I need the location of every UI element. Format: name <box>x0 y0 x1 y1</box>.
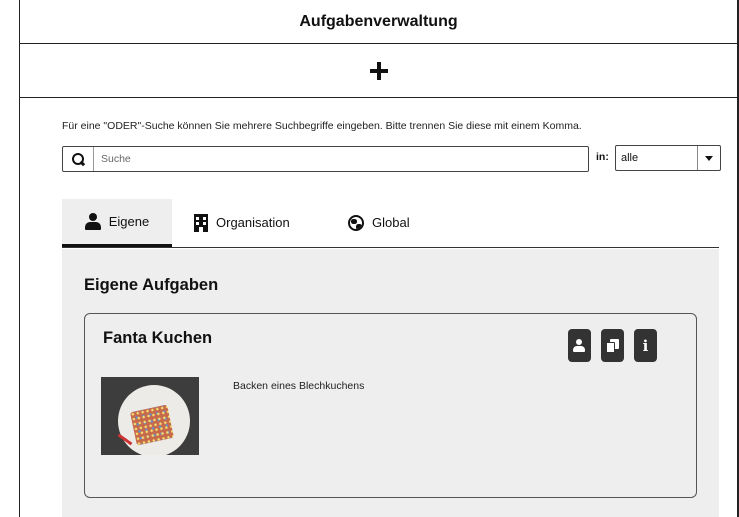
tab-global[interactable]: Global <box>348 199 438 246</box>
tab-label: Organisation <box>216 215 290 230</box>
search-box[interactable] <box>62 146 589 172</box>
globe-icon <box>348 214 364 231</box>
info-button[interactable]: i <box>634 329 657 362</box>
search-hint: Für eine "ODER"-Suche können Sie mehrere… <box>62 120 582 132</box>
person-icon <box>573 339 586 352</box>
chevron-down-icon[interactable] <box>697 146 720 170</box>
tasks-panel: Eigene Aufgaben Fanta Kuchen i Backen ei… <box>62 249 719 517</box>
person-icon <box>84 213 101 230</box>
tab-label: Global <box>372 215 410 230</box>
tab-organisation[interactable]: Organisation <box>194 199 314 246</box>
panel-title: Eigene Aufgaben <box>84 276 219 294</box>
task-card[interactable]: Fanta Kuchen i Backen eines Blechkuchens <box>84 313 697 498</box>
building-icon <box>194 213 208 232</box>
app-frame: Aufgabenverwaltung Für eine "ODER"-Suche… <box>0 0 739 517</box>
task-image <box>101 377 199 455</box>
add-task-bar[interactable] <box>19 44 738 98</box>
scope-select-value: alle <box>621 152 639 164</box>
task-actions: i <box>568 329 657 362</box>
assign-user-button[interactable] <box>568 329 591 362</box>
task-title: Fanta Kuchen <box>103 329 213 347</box>
header: Aufgabenverwaltung <box>19 0 738 44</box>
page-title: Aufgabenverwaltung <box>299 12 458 30</box>
tab-label: Eigene <box>108 214 150 229</box>
search-icon[interactable] <box>63 147 94 171</box>
scope-select[interactable]: alle <box>615 145 721 171</box>
search-input[interactable] <box>99 148 588 170</box>
scope-label: in: <box>596 151 609 163</box>
task-description: Backen eines Blechkuchens <box>233 380 365 392</box>
tab-eigene[interactable]: Eigene <box>62 199 172 247</box>
copy-button[interactable] <box>601 329 624 362</box>
info-icon: i <box>642 336 649 355</box>
tab-bar: Eigene Organisation Global <box>62 199 719 248</box>
plus-icon[interactable] <box>369 61 388 80</box>
copy-icon <box>605 338 620 353</box>
